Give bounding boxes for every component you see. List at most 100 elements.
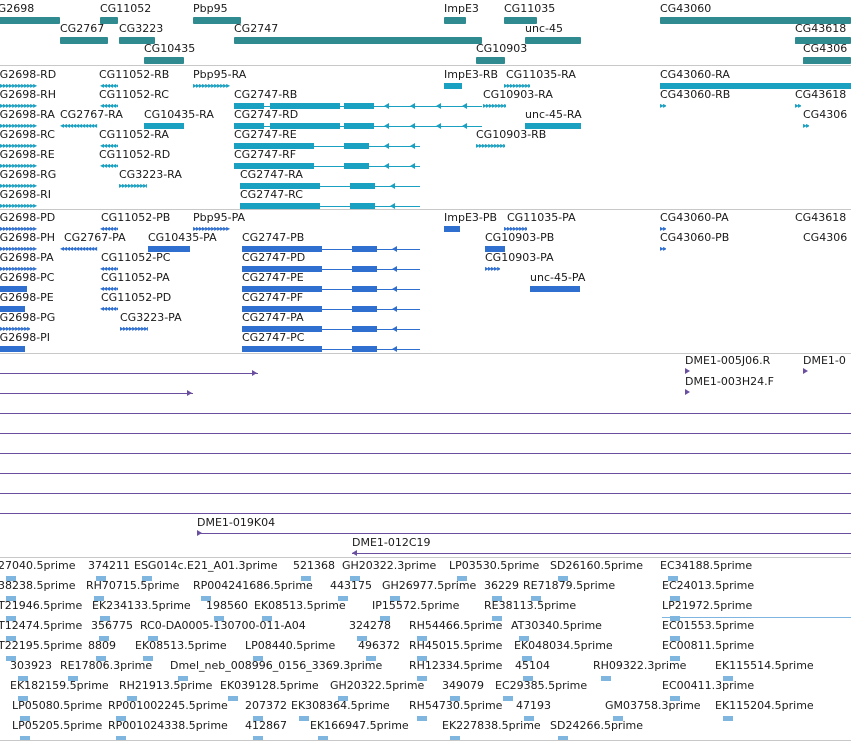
clone-glyph[interactable]: [0, 513, 851, 514]
protein-label[interactable]: CG11052-PC: [101, 252, 170, 264]
protein-label[interactable]: CG10903-PA: [485, 252, 554, 264]
gene-label[interactable]: CG4306: [803, 43, 847, 55]
est-label[interactable]: RE17806.3prime: [60, 660, 152, 672]
est-label[interactable]: EC34188.5prime: [660, 560, 752, 572]
gene-label[interactable]: Pbp95: [193, 3, 228, 15]
est-label[interactable]: 198560: [206, 600, 248, 612]
protein-label[interactable]: CG11052-PA: [101, 272, 170, 284]
gene-label[interactable]: CG11035: [504, 3, 555, 15]
est-label[interactable]: RH09322.3prime: [593, 660, 686, 672]
est-label[interactable]: EK048034.5prime: [514, 640, 613, 652]
protein-label[interactable]: unc-45-PA: [530, 272, 585, 284]
protein-label[interactable]: CG43060-PA: [660, 212, 729, 224]
est-label[interactable]: 8809: [88, 640, 116, 652]
protein-label[interactable]: CG43060-PB: [660, 232, 729, 244]
est-label[interactable]: EK166947.5prime: [310, 720, 409, 732]
transcript-label[interactable]: Pbp95-RA: [193, 69, 246, 81]
transcript-label[interactable]: CG10435-RA: [144, 109, 214, 121]
protein-label[interactable]: CG2747-PA: [242, 312, 304, 324]
gene-glyph[interactable]: [0, 17, 60, 24]
est-label[interactable]: EK182159.5prime: [10, 680, 109, 692]
protein-label[interactable]: CG2698-PE: [0, 292, 54, 304]
transcript-label[interactable]: CG2767-RA: [60, 109, 123, 121]
gene-glyph[interactable]: [444, 17, 466, 24]
protein-label[interactable]: CG43618: [795, 212, 846, 224]
gene-label[interactable]: CG43060: [660, 3, 711, 15]
transcript-label[interactable]: CG3223-RA: [119, 169, 182, 181]
est-label[interactable]: 27040.5prime: [0, 560, 76, 572]
est-label[interactable]: RE71879.5prime: [523, 580, 615, 592]
protein-label[interactable]: CG2747-PF: [242, 292, 303, 304]
clone-glyph[interactable]: [0, 493, 851, 494]
transcript-label[interactable]: CG2698-RH: [0, 89, 56, 101]
est-label[interactable]: LP21972.5prime: [662, 600, 752, 612]
protein-label[interactable]: ImpE3-PB: [444, 212, 497, 224]
est-label[interactable]: 412867: [245, 720, 287, 732]
est-label[interactable]: 374211: [88, 560, 130, 572]
est-label[interactable]: EK039128.5prime: [220, 680, 319, 692]
transcript-label[interactable]: unc-45-RA: [525, 109, 582, 121]
est-label[interactable]: LP05080.5prime: [12, 700, 102, 712]
est-label[interactable]: RH21913.5prime: [119, 680, 212, 692]
est-label[interactable]: LP05205.5prime: [12, 720, 102, 732]
clone-label[interactable]: DME1-005J06.R: [685, 355, 770, 367]
est-label[interactable]: LP03530.5prime: [449, 560, 539, 572]
transcript-label[interactable]: CG11052-RB: [99, 69, 169, 81]
gene-label[interactable]: CG2698: [0, 3, 34, 15]
transcript-label[interactable]: CG4306: [803, 109, 847, 121]
transcript-label[interactable]: CG2747-RF: [234, 149, 296, 161]
transcript-label[interactable]: CG10903-RA: [483, 89, 553, 101]
protein-label[interactable]: CG2698-PC: [0, 272, 54, 284]
est-label[interactable]: 324278: [349, 620, 391, 632]
est-label[interactable]: EK227838.5prime: [442, 720, 541, 732]
protein-label[interactable]: CG10435-PA: [148, 232, 217, 244]
est-label[interactable]: AT30340.5prime: [511, 620, 602, 632]
clone-glyph[interactable]: [0, 373, 258, 374]
est-label[interactable]: RH54730.5prime: [409, 700, 502, 712]
est-label[interactable]: RH12334.5prime: [409, 660, 502, 672]
gene-label[interactable]: ImpE3: [444, 3, 479, 15]
transcript-label[interactable]: CG2747-RB: [234, 89, 297, 101]
est-label[interactable]: RH54466.5prime: [409, 620, 502, 632]
protein-label[interactable]: CG2698-PD: [0, 212, 55, 224]
est-label[interactable]: 349079: [442, 680, 484, 692]
est-label[interactable]: SD26160.5prime: [550, 560, 643, 572]
est-label[interactable]: EK234133.5prime: [92, 600, 191, 612]
est-label[interactable]: LP08440.5prime: [245, 640, 335, 652]
est-label[interactable]: EK308364.5prime: [291, 700, 390, 712]
est-label[interactable]: 47193: [516, 700, 551, 712]
est-label[interactable]: EK115204.5prime: [715, 700, 814, 712]
clone-glyph[interactable]: [197, 533, 851, 534]
transcript-label[interactable]: ImpE3-RB: [444, 69, 498, 81]
clone-glyph[interactable]: [0, 473, 851, 474]
transcript-label[interactable]: CG2698-RA: [0, 109, 55, 121]
transcript-label[interactable]: CG43618: [795, 89, 846, 101]
est-label[interactable]: SD24266.5prime: [550, 720, 643, 732]
protein-label[interactable]: CG2747-PB: [242, 232, 304, 244]
transcript-label[interactable]: CG11052-RC: [99, 89, 169, 101]
est-label[interactable]: RP004241686.5prime: [193, 580, 313, 592]
protein-label[interactable]: CG11052-PB: [101, 212, 170, 224]
est-glyph[interactable]: [723, 716, 733, 721]
est-glyph[interactable]: [503, 696, 513, 701]
est-label[interactable]: EK115514.5prime: [715, 660, 814, 672]
protein-label[interactable]: CG2698-PA: [0, 252, 54, 264]
transcript-label[interactable]: CG2698-RG: [0, 169, 56, 181]
gene-glyph[interactable]: [144, 57, 184, 64]
transcript-label[interactable]: CG43060-RA: [660, 69, 730, 81]
clone-label[interactable]: DME1-0: [803, 355, 846, 367]
est-label[interactable]: 38238.5prime: [0, 580, 76, 592]
est-label[interactable]: T21946.5prime: [0, 600, 82, 612]
gene-glyph[interactable]: [525, 37, 581, 44]
est-label[interactable]: RC0-DA0005-130700-011-A04: [140, 620, 306, 632]
est-label[interactable]: T12474.5prime: [0, 620, 82, 632]
est-label[interactable]: 356775: [91, 620, 133, 632]
transcript-label[interactable]: CG10903-RB: [476, 129, 546, 141]
clone-label[interactable]: DME1-012C19: [352, 537, 431, 549]
transcript-label[interactable]: CG2698-RE: [0, 149, 55, 161]
est-label[interactable]: RE38113.5prime: [484, 600, 576, 612]
transcript-label[interactable]: CG11052-RD: [99, 149, 170, 161]
est-label[interactable]: 496372: [358, 640, 400, 652]
transcript-label[interactable]: CG2747-RA: [240, 169, 303, 181]
est-label[interactable]: T22195.5prime: [0, 640, 82, 652]
